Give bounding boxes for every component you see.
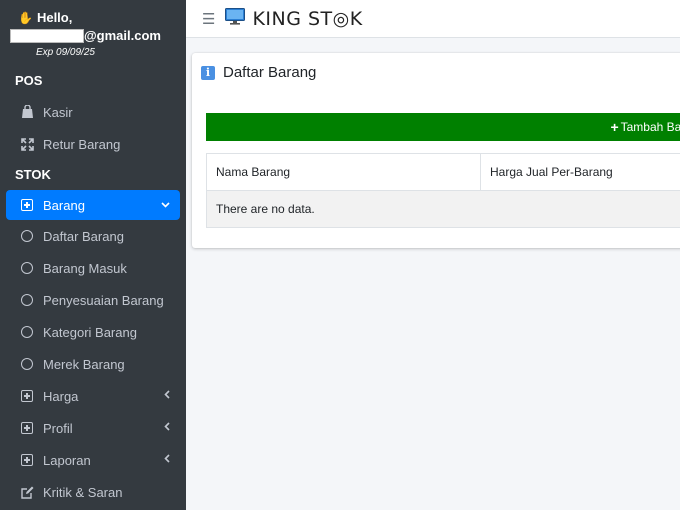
sidebar-item-label: Profil: [43, 420, 73, 436]
sidebar-item-label: Laporan: [43, 452, 91, 468]
brand[interactable]: KING ST◎K: [225, 7, 363, 30]
column-header-nama-barang[interactable]: Nama Barang: [206, 153, 481, 191]
add-button-label: Tambah Bara: [620, 120, 680, 134]
sidebar-item-label: Harga: [43, 388, 79, 404]
chevron-left-icon: [164, 422, 170, 434]
plus-icon: +: [610, 119, 619, 135]
sidebar-item-label: Kritik & Saran: [43, 484, 123, 500]
plus-square-icon: [20, 389, 34, 403]
plus-square-icon: [20, 198, 34, 212]
sidebar-item-label: Barang Masuk: [43, 260, 127, 276]
greeting: ✋ Hello,: [18, 10, 186, 25]
top-navbar: ☰ KING ST◎K: [186, 0, 680, 38]
brand-text: KING ST◎K: [252, 7, 363, 30]
email-suffix: @gmail.com: [84, 28, 161, 43]
sidebar: ✋ Hello, @gmail.com Exp 09/09/25 POS Kas…: [0, 0, 186, 510]
return-arrows-icon: [20, 137, 34, 151]
sidebar-item-retur-barang[interactable]: Retur Barang: [0, 128, 186, 160]
section-header-pos: POS: [15, 73, 43, 88]
add-barang-button[interactable]: + Tambah Bara: [206, 113, 680, 141]
circle-icon: [20, 229, 34, 243]
column-header-harga-jual[interactable]: Harga Jual Per-Barang: [480, 153, 680, 191]
barang-table: Nama Barang Harga Jual Per-Barang There …: [206, 153, 680, 228]
sidebar-item-kritik-saran[interactable]: Kritik & Saran: [0, 476, 186, 508]
email-redaction: [10, 28, 84, 43]
sidebar-item-label: Kategori Barang: [43, 324, 137, 340]
sidebar-item-daftar-barang[interactable]: Daftar Barang: [0, 220, 186, 252]
card-title: i Daftar Barang: [201, 64, 316, 81]
sidebar-item-merek-barang[interactable]: Merek Barang: [0, 348, 186, 380]
table-row-empty: There are no data.: [206, 190, 680, 228]
sidebar-item-kategori-barang[interactable]: Kategori Barang: [0, 316, 186, 348]
sidebar-item-kasir[interactable]: Kasir: [0, 96, 186, 128]
circle-icon: [20, 357, 34, 371]
greeting-text: Hello,: [36, 10, 73, 25]
plus-square-icon: [20, 453, 34, 467]
chevron-left-icon: [164, 390, 170, 402]
shopping-bag-icon: [20, 105, 34, 119]
sidebar-item-penyesuaian-barang[interactable]: Penyesuaian Barang: [0, 284, 186, 316]
sidebar-item-harga[interactable]: Harga: [0, 380, 186, 412]
table-header-row: Nama Barang Harga Jual Per-Barang: [206, 153, 680, 191]
chevron-left-icon: [164, 454, 170, 466]
sidebar-item-label: Daftar Barang: [43, 228, 124, 244]
waving-hand-icon: ✋: [18, 10, 33, 25]
edit-icon: [20, 485, 34, 499]
section-header-stok: STOK: [15, 167, 51, 182]
sidebar-item-profil[interactable]: Profil: [0, 412, 186, 444]
monitor-icon: [225, 7, 246, 30]
circle-icon: [20, 293, 34, 307]
circle-icon: [20, 325, 34, 339]
sidebar-item-label: Retur Barang: [43, 136, 121, 152]
sidebar-item-label: Merek Barang: [43, 356, 125, 372]
user-panel: ✋ Hello, @gmail.com Exp 09/09/25: [0, 0, 186, 66]
sidebar-item-laporan[interactable]: Laporan: [0, 444, 186, 476]
sidebar-item-label: Penyesuaian Barang: [43, 292, 164, 308]
sidebar-item-barang[interactable]: Barang: [6, 190, 180, 220]
card-title-text: Daftar Barang: [223, 64, 317, 81]
empty-message: There are no data.: [206, 190, 680, 228]
circle-icon: [20, 261, 34, 275]
hamburger-icon[interactable]: ☰: [202, 10, 215, 28]
sidebar-item-label: Kasir: [43, 104, 73, 120]
info-icon: i: [201, 65, 215, 80]
plus-square-icon: [20, 421, 34, 435]
sidebar-item-label: Barang: [43, 197, 85, 213]
user-email: @gmail.com: [10, 28, 186, 43]
sidebar-item-barang-masuk[interactable]: Barang Masuk: [0, 252, 186, 284]
expiry-date: Exp 09/09/25: [36, 47, 95, 58]
daftar-barang-card: i Daftar Barang + Tambah Bara Nama Baran…: [192, 53, 680, 248]
chevron-down-icon: [161, 199, 170, 211]
